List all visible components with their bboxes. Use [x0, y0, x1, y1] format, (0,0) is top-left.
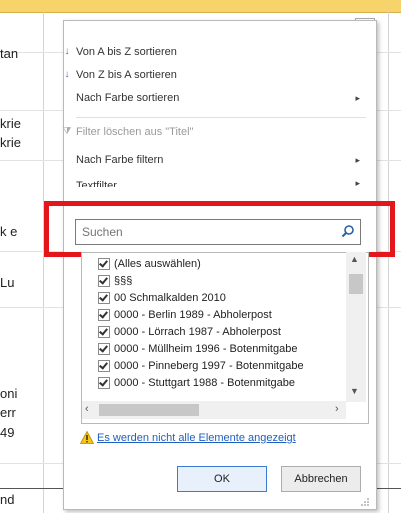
ok-button[interactable]: OK	[177, 466, 267, 492]
submenu-arrow-icon: ▸	[355, 178, 360, 187]
menu-sort-color-label: Nach Farbe sortieren	[76, 92, 180, 104]
list-item-label: 0000 - Berlin 1989 - Abholerpost	[114, 309, 272, 321]
checkbox[interactable]	[98, 258, 110, 270]
sheet-cell[interactable]: 49	[0, 425, 14, 440]
cancel-button[interactable]: Abbrechen	[281, 466, 361, 492]
filter-value-list[interactable]: (Alles auswählen) §§§ 00 Schmalkalden 20…	[81, 252, 369, 424]
checkbox[interactable]	[98, 377, 110, 389]
checkbox[interactable]	[98, 275, 110, 287]
horizontal-scrollbar[interactable]: ‹ ›	[82, 401, 346, 419]
menu-text-filter[interactable]: Textfilter ▸	[76, 173, 366, 187]
list-item-label: 0000 - Stuttgart 1988 - Botenmitgabe	[114, 377, 296, 389]
sort-descending-icon: ↓	[64, 69, 70, 80]
sheet-column-divider	[43, 12, 44, 513]
resize-grip-icon[interactable]	[360, 497, 370, 507]
list-item-label: 0000 - Müllheim 1996 - Botenmitgabe	[114, 343, 298, 355]
checkbox[interactable]	[98, 309, 110, 321]
warning-triangle-icon	[80, 431, 94, 444]
scrollbar-thumb[interactable]	[349, 274, 363, 294]
sort-ascending-icon: ↓	[64, 46, 70, 57]
chevron-down-icon[interactable]: ▼	[350, 386, 359, 396]
menu-text-filter-label: Textfilter	[76, 180, 117, 187]
checkbox[interactable]	[98, 326, 110, 338]
chevron-left-icon[interactable]: ‹	[85, 403, 89, 415]
list-item-label: 00 Schmalkalden 2010	[114, 292, 226, 304]
sheet-column-divider	[388, 12, 389, 513]
menu-filter-by-color[interactable]: Nach Farbe filtern ▸	[76, 149, 366, 171]
sheet-header-band	[0, 0, 401, 13]
list-item-label: §§§	[114, 275, 133, 287]
menu-clear-filter-label: Filter löschen aus "Titel"	[76, 126, 194, 138]
chevron-right-icon[interactable]: ›	[335, 403, 339, 415]
checkbox[interactable]	[98, 360, 110, 372]
scrollbar-thumb[interactable]	[99, 404, 199, 416]
submenu-arrow-icon: ▸	[355, 155, 360, 165]
sheet-cell[interactable]: err	[0, 405, 16, 420]
list-item-label: 0000 - Lörrach 1987 - Abholerpost	[114, 326, 281, 338]
highlight-frame	[44, 201, 395, 257]
menu-sort-by-color[interactable]: Nach Farbe sortieren ▸	[76, 87, 366, 109]
menu-separator	[76, 117, 366, 118]
sheet-cell[interactable]: krie	[0, 135, 21, 150]
list-item-label: (Alles auswählen)	[114, 258, 201, 270]
sheet-cell[interactable]: tan	[0, 46, 18, 61]
menu-clear-filter[interactable]: ⧩ Filter löschen aus "Titel"	[63, 121, 366, 143]
vertical-scrollbar[interactable]: ▲ ▼	[346, 252, 366, 402]
submenu-arrow-icon: ▸	[355, 93, 360, 103]
list-item-label: 0000 - Pinneberg 1997 - Botenmitgabe	[114, 360, 304, 372]
sheet-cell[interactable]: oni	[0, 386, 17, 401]
menu-sort-za[interactable]: ↓ Von Z bis A sortieren	[65, 64, 366, 86]
menu-sort-za-label: Von Z bis A sortieren	[76, 69, 177, 81]
chevron-up-icon[interactable]: ▲	[350, 254, 359, 264]
menu-filter-color-label: Nach Farbe filtern	[76, 154, 164, 166]
sheet-cell[interactable]: Lu	[0, 275, 14, 290]
sheet-cell[interactable]: krie	[0, 116, 21, 131]
checkbox[interactable]	[98, 292, 110, 304]
menu-sort-az-label: Von A bis Z sortieren	[76, 46, 177, 58]
menu-sort-az[interactable]: ↓ Von A bis Z sortieren	[65, 41, 366, 63]
sheet-cell[interactable]: k e	[0, 224, 17, 239]
checkbox[interactable]	[98, 343, 110, 355]
warning-link[interactable]: Es werden nicht alle Elemente angezeigt	[97, 430, 296, 446]
sheet-cell[interactable]: nd	[0, 492, 14, 507]
clear-filter-icon: ⧩	[62, 126, 72, 137]
